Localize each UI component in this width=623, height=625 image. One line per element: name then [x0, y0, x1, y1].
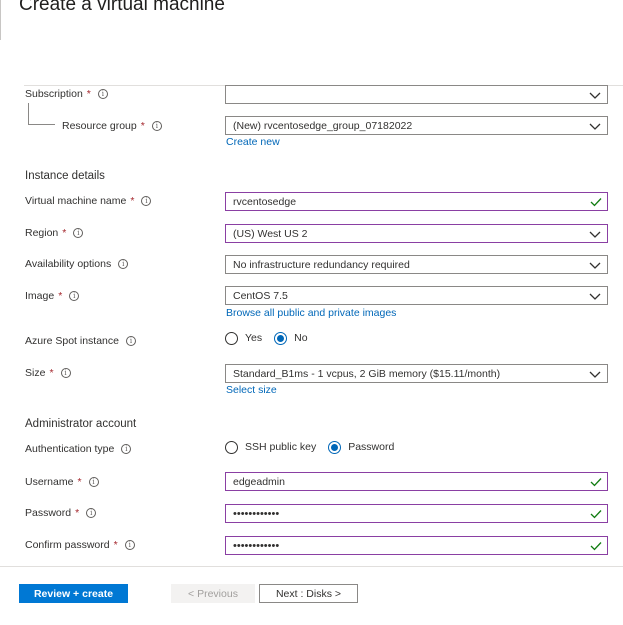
- confirm-password-label-text: Confirm password: [25, 539, 110, 551]
- password-radio[interactable]: [328, 440, 342, 454]
- region-label-text: Region: [25, 227, 59, 239]
- password-radio-label[interactable]: Password: [348, 441, 394, 453]
- required-marker: *: [130, 195, 135, 207]
- next-disks-button[interactable]: Next : Disks >: [259, 584, 358, 603]
- region-value: (US) West US 2: [233, 227, 308, 240]
- username-label-text: Username: [25, 476, 74, 488]
- password-label-text: Password: [25, 507, 72, 519]
- spot-yes-radio[interactable]: [225, 331, 238, 345]
- region-dropdown[interactable]: (US) West US 2: [225, 224, 608, 243]
- region-label: Region * i: [25, 225, 84, 241]
- vm-name-input[interactable]: rvcentosedge: [225, 192, 608, 211]
- size-value: Standard_B1ms - 1 vcpus, 2 GiB memory ($…: [233, 367, 501, 380]
- image-dropdown[interactable]: CentOS 7.5: [225, 286, 608, 305]
- previous-button[interactable]: < Previous: [171, 584, 255, 603]
- availability-dropdown[interactable]: No infrastructure redundancy required: [225, 255, 608, 274]
- info-icon[interactable]: i: [124, 540, 135, 550]
- info-icon[interactable]: i: [73, 228, 84, 238]
- chevron-down-icon: [589, 262, 601, 269]
- image-value: CentOS 7.5: [233, 289, 288, 302]
- vm-name-label: Virtual machine name * i: [25, 193, 152, 209]
- tree-connector-vertical: [28, 103, 29, 124]
- spot-label-text: Azure Spot instance: [25, 335, 119, 347]
- confirm-password-label: Confirm password * i: [25, 537, 135, 553]
- spot-yes-label[interactable]: Yes: [245, 332, 262, 344]
- auth-type-label: Authentication type i: [25, 441, 132, 457]
- left-divider: [0, 0, 1, 40]
- spot-label: Azure Spot instance i: [25, 333, 136, 349]
- select-size-link[interactable]: Select size: [226, 384, 277, 396]
- create-new-link[interactable]: Create new: [226, 136, 280, 148]
- availability-label-text: Availability options: [25, 258, 112, 270]
- info-icon[interactable]: i: [121, 444, 132, 454]
- required-marker: *: [49, 367, 54, 379]
- spot-radio-group: Yes No: [225, 330, 320, 346]
- username-value: edgeadmin: [233, 475, 285, 488]
- checkmark-icon: [590, 541, 602, 550]
- resource-group-label-text: Resource group: [62, 120, 137, 132]
- info-icon[interactable]: i: [151, 121, 162, 131]
- browse-images-link[interactable]: Browse all public and private images: [226, 307, 396, 319]
- password-value: ••••••••••••: [233, 507, 280, 520]
- footer-separator: [0, 566, 623, 567]
- chevron-down-icon: [589, 371, 601, 378]
- info-icon[interactable]: i: [69, 291, 80, 301]
- vm-name-label-text: Virtual machine name: [25, 195, 127, 207]
- image-label: Image * i: [25, 288, 80, 304]
- required-marker: *: [75, 507, 80, 519]
- resource-group-value: (New) rvcentosedge_group_07182022: [233, 119, 413, 132]
- username-label: Username * i: [25, 474, 99, 490]
- subscription-label: Subscription * i: [25, 86, 108, 102]
- review-create-button[interactable]: Review + create: [19, 584, 128, 603]
- required-marker: *: [113, 539, 118, 551]
- availability-value: No infrastructure redundancy required: [233, 258, 410, 271]
- spot-no-label[interactable]: No: [294, 332, 307, 344]
- required-marker: *: [62, 227, 67, 239]
- chevron-down-icon: [589, 231, 601, 238]
- info-icon[interactable]: i: [88, 477, 99, 487]
- required-marker: *: [58, 290, 63, 302]
- required-marker: *: [86, 88, 91, 100]
- resource-group-dropdown[interactable]: (New) rvcentosedge_group_07182022: [225, 116, 608, 135]
- confirm-password-value: ••••••••••••: [233, 539, 280, 552]
- ssh-key-label[interactable]: SSH public key: [245, 441, 316, 453]
- auth-type-radio-group: SSH public key Password: [225, 439, 406, 455]
- spot-no-radio[interactable]: [274, 331, 288, 345]
- subscription-dropdown[interactable]: [225, 85, 608, 104]
- size-label: Size * i: [25, 365, 71, 381]
- info-icon[interactable]: i: [118, 259, 129, 269]
- chevron-down-icon: [589, 92, 601, 99]
- page-title: Create a virtual machine: [19, 0, 225, 15]
- info-icon[interactable]: i: [141, 196, 152, 206]
- info-icon[interactable]: i: [86, 508, 97, 518]
- checkmark-icon: [590, 477, 602, 486]
- info-icon[interactable]: i: [60, 368, 71, 378]
- resource-group-label: Resource group * i: [62, 118, 162, 134]
- instance-details-heading: Instance details: [25, 170, 105, 182]
- chevron-down-icon: [589, 293, 601, 300]
- checkmark-icon: [590, 509, 602, 518]
- chevron-down-icon: [589, 123, 601, 130]
- required-marker: *: [77, 476, 82, 488]
- info-icon[interactable]: i: [125, 336, 136, 346]
- availability-label: Availability options i: [25, 256, 129, 272]
- password-input[interactable]: ••••••••••••: [225, 504, 608, 523]
- tree-connector-horizontal: [28, 124, 55, 125]
- checkmark-icon: [590, 197, 602, 206]
- confirm-password-input[interactable]: ••••••••••••: [225, 536, 608, 555]
- image-label-text: Image: [25, 290, 55, 302]
- administrator-account-heading: Administrator account: [25, 418, 137, 430]
- auth-type-label-text: Authentication type: [25, 443, 115, 455]
- info-icon[interactable]: i: [97, 89, 108, 99]
- username-input[interactable]: edgeadmin: [225, 472, 608, 491]
- subscription-label-text: Subscription: [25, 88, 83, 100]
- password-label: Password * i: [25, 505, 97, 521]
- vm-name-value: rvcentosedge: [233, 195, 297, 208]
- required-marker: *: [140, 120, 145, 132]
- size-label-text: Size: [25, 367, 46, 379]
- ssh-key-radio[interactable]: [225, 440, 238, 454]
- size-dropdown[interactable]: Standard_B1ms - 1 vcpus, 2 GiB memory ($…: [225, 364, 608, 383]
